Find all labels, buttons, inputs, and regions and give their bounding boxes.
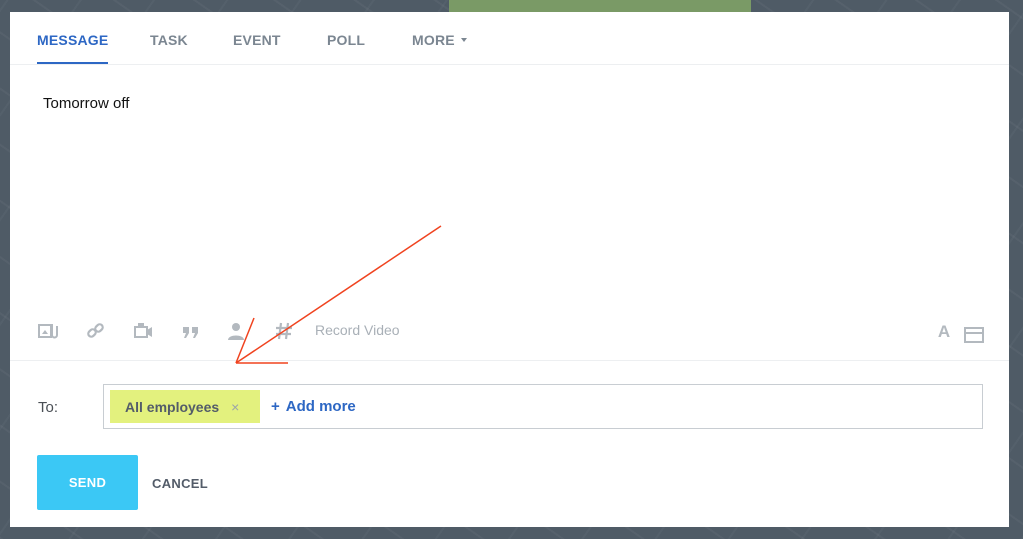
recipient-chip[interactable]: All employees ×	[110, 390, 260, 423]
add-more-link[interactable]: + Add more	[271, 398, 356, 415]
record-video-button[interactable]: Record Video	[315, 322, 400, 338]
tab-more-label: MORE	[412, 32, 455, 48]
tab-poll-label: POLL	[327, 32, 366, 48]
composer-tabs: MESSAGE TASK EVENT POLL MORE	[10, 12, 1009, 65]
tab-more[interactable]: MORE	[412, 32, 467, 64]
quote-icon[interactable]	[180, 320, 202, 342]
video-icon[interactable]	[132, 320, 154, 342]
editor-toolbar: Record Video A	[10, 316, 1009, 352]
to-label: To:	[38, 399, 59, 416]
message-text: Tomorrow off	[43, 95, 130, 112]
tab-message-label: MESSAGE	[37, 32, 109, 48]
background-banner	[449, 0, 751, 12]
message-editor[interactable]: Tomorrow off	[43, 95, 129, 112]
text-format-label: A	[937, 322, 951, 341]
tab-event-label: EVENT	[233, 32, 281, 48]
tab-event[interactable]: EVENT	[233, 32, 281, 64]
cancel-button[interactable]: CANCEL	[152, 476, 208, 491]
attach-file-icon[interactable]	[37, 320, 59, 342]
tab-poll[interactable]: POLL	[327, 32, 365, 64]
plus-icon: +	[271, 398, 280, 415]
mention-user-icon[interactable]	[225, 320, 247, 342]
recipients-field[interactable]: All employees × + Add more	[103, 384, 983, 429]
caret-down-icon	[460, 38, 467, 42]
send-button[interactable]: SEND	[37, 455, 138, 510]
tab-message[interactable]: MESSAGE	[37, 32, 109, 64]
text-format-icon[interactable]: A	[933, 322, 955, 344]
panel-icon[interactable]	[963, 324, 985, 346]
record-video-label: Record Video	[315, 322, 400, 338]
add-more-label: Add more	[285, 398, 356, 415]
close-icon[interactable]: ×	[231, 399, 239, 415]
link-icon[interactable]	[85, 320, 107, 342]
hashtag-icon[interactable]	[273, 320, 295, 342]
divider	[10, 360, 1009, 361]
post-composer: MESSAGE TASK EVENT POLL MORE Tomorrow of…	[10, 12, 1009, 527]
tab-task[interactable]: TASK	[150, 32, 188, 64]
recipient-chip-label: All employees	[125, 398, 220, 415]
tab-task-label: TASK	[150, 32, 188, 48]
